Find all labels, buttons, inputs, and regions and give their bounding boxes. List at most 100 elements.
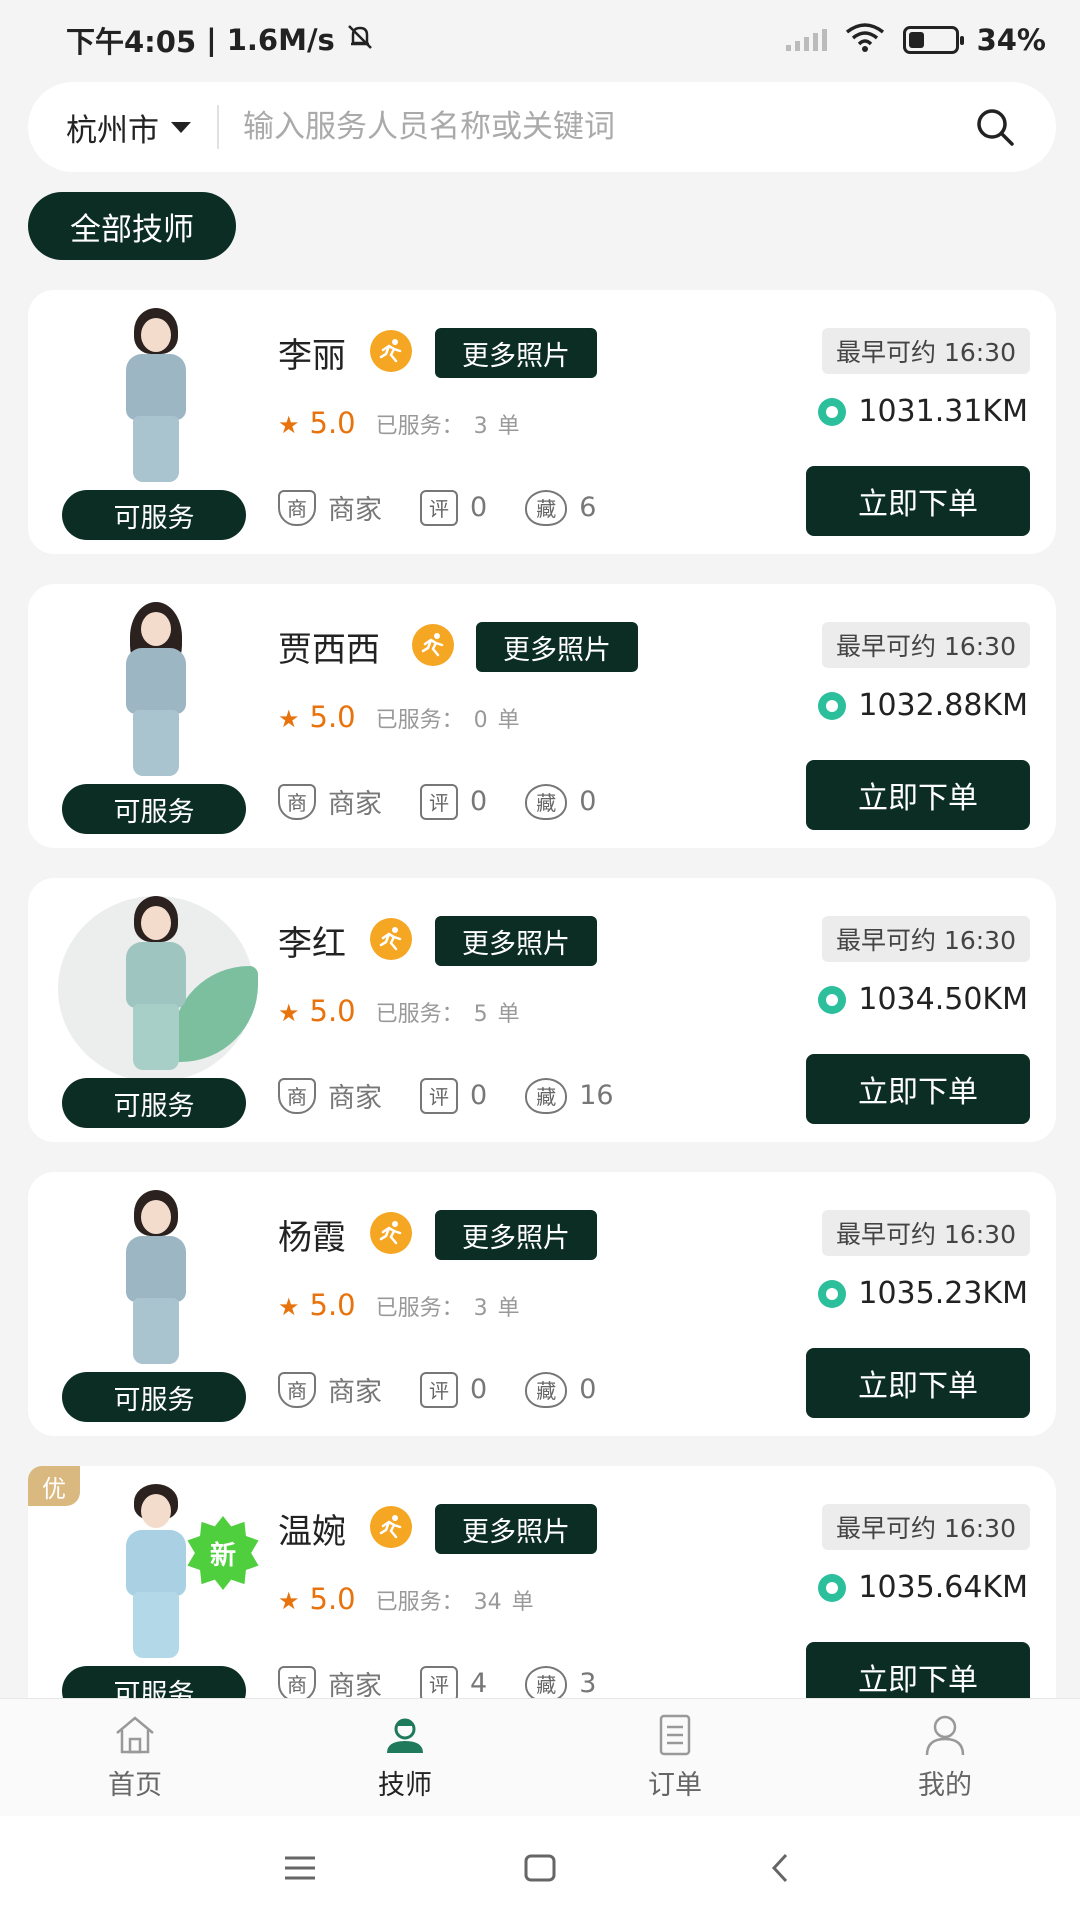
star-icon: ★ <box>278 1587 300 1615</box>
rating-row: ★ 5.0 已服务： 34 单 <box>278 1582 534 1616</box>
tab-technician[interactable]: 技师 <box>270 1699 540 1816</box>
technician-photo[interactable] <box>58 308 254 494</box>
favorite-icon: 藏 <box>525 783 568 820</box>
order-now-button[interactable]: 立即下单 <box>806 760 1030 830</box>
earliest-appointment: 最早可约 16:30 <box>822 916 1030 962</box>
merchant-icon: 商 <box>278 489 316 526</box>
merchant-label: 商家 <box>328 789 382 820</box>
rating-value: 5.0 <box>309 1288 356 1322</box>
served-unit: 单 <box>497 1002 520 1027</box>
technician-card[interactable]: 可服务 杨霞 更多照片 ★ 5.0 已服务： 3 单 商 商家 评 0 藏 0 … <box>28 1172 1056 1436</box>
home-icon <box>111 1713 159 1757</box>
service-status-badge: 可服务 <box>62 784 246 834</box>
technician-card[interactable]: 优 新 可服务 温婉 更多照片 ★ 5.0 已服务： 34 单 商 商家 评 4… <box>28 1466 1056 1698</box>
battery-percent: 34% <box>976 23 1046 57</box>
search-bar: 杭州市 <box>28 82 1056 172</box>
more-photos-button[interactable]: 更多照片 <box>476 622 638 672</box>
comment-icon: 评 <box>420 1665 458 1698</box>
more-photos-button[interactable]: 更多照片 <box>435 1504 597 1554</box>
merchant-icon: 商 <box>278 783 316 820</box>
more-photos-button[interactable]: 更多照片 <box>435 1210 597 1260</box>
technician-card[interactable]: 可服务 李红 更多照片 ★ 5.0 已服务： 5 单 商 商家 评 0 藏 16… <box>28 878 1056 1142</box>
comment-icon: 评 <box>420 1371 458 1408</box>
signal-icon <box>785 29 827 51</box>
menu-icon[interactable] <box>280 1848 320 1888</box>
technician-card[interactable]: 可服务 贾西西 更多照片 ★ 5.0 已服务： 0 单 商 商家 评 0 藏 0… <box>28 584 1056 848</box>
profile-icon <box>921 1713 969 1757</box>
favorite-count: 0 <box>579 1374 597 1405</box>
city-selector[interactable]: 杭州市 <box>66 105 217 150</box>
distance: 1035.64KM <box>818 1570 1028 1605</box>
technician-name: 李丽 <box>278 336 346 376</box>
served-count: 3 <box>473 1296 488 1321</box>
status-time: 下午4:05 <box>66 25 197 59</box>
rating-value: 5.0 <box>309 1582 356 1616</box>
technician-figure <box>101 602 211 778</box>
merchant-icon: 商 <box>278 1665 316 1698</box>
comment-icon: 评 <box>420 1077 458 1114</box>
served-count: 34 <box>473 1590 502 1615</box>
tab-label: 首页 <box>108 1770 162 1801</box>
bottom-tab-bar: 首页 技师 订单 我的 <box>0 1698 1080 1816</box>
star-icon: ★ <box>278 999 300 1027</box>
favorite-icon: 藏 <box>525 1665 568 1698</box>
merchant-icon: 商 <box>278 1371 316 1408</box>
running-icon <box>370 1506 412 1548</box>
tab-home[interactable]: 首页 <box>0 1699 270 1816</box>
distance: 1031.31KM <box>818 394 1028 429</box>
technician-figure <box>101 1484 211 1660</box>
search-icon[interactable] <box>972 104 1018 150</box>
distance-value: 1034.50KM <box>858 982 1028 1017</box>
filter-all-technicians[interactable]: 全部技师 <box>28 192 236 260</box>
more-photos-button[interactable]: 更多照片 <box>435 916 597 966</box>
earliest-appointment: 最早可约 16:30 <box>822 1504 1030 1550</box>
search-input[interactable] <box>243 109 972 145</box>
service-status-badge: 可服务 <box>62 1078 246 1128</box>
tab-orders[interactable]: 订单 <box>540 1699 810 1816</box>
technician-photo[interactable] <box>58 896 258 1082</box>
running-icon <box>370 918 412 960</box>
star-icon: ★ <box>278 705 300 733</box>
stats-row: 商 商家 评 0 藏 16 <box>278 1076 614 1115</box>
technician-card[interactable]: 可服务 李丽 更多照片 ★ 5.0 已服务： 3 单 商 商家 评 0 藏 6 … <box>28 290 1056 554</box>
served-count: 5 <box>473 1002 488 1027</box>
comment-count: 0 <box>470 492 488 523</box>
served-unit: 单 <box>497 708 520 733</box>
city-label: 杭州市 <box>66 112 159 149</box>
status-separator: | <box>206 23 217 57</box>
more-photos-button[interactable]: 更多照片 <box>435 328 597 378</box>
battery-icon <box>902 26 964 54</box>
stats-row: 商 商家 评 4 藏 3 <box>278 1664 596 1698</box>
tab-profile[interactable]: 我的 <box>810 1699 1080 1816</box>
served-label: 已服务： <box>375 1590 464 1615</box>
comment-count: 0 <box>470 1374 488 1405</box>
comment-icon: 评 <box>420 783 458 820</box>
distance-value: 1031.31KM <box>858 394 1028 429</box>
served-label: 已服务： <box>375 414 464 439</box>
tab-label: 我的 <box>918 1770 972 1801</box>
technician-name: 贾西西 <box>278 630 380 670</box>
service-status-badge: 可服务 <box>62 1372 246 1422</box>
technician-photo[interactable] <box>58 1190 254 1376</box>
technician-figure <box>101 1190 211 1366</box>
tab-label: 技师 <box>378 1770 432 1801</box>
service-status-badge: 可服务 <box>62 1666 246 1698</box>
order-now-button[interactable]: 立即下单 <box>806 1642 1030 1698</box>
back-icon[interactable] <box>760 1848 800 1888</box>
order-now-button[interactable]: 立即下单 <box>806 466 1030 536</box>
technician-photo[interactable] <box>58 602 254 788</box>
technician-icon <box>381 1713 429 1757</box>
order-now-button[interactable]: 立即下单 <box>806 1348 1030 1418</box>
technician-figure <box>101 308 211 484</box>
home-square-icon[interactable] <box>520 1848 560 1888</box>
merchant-label: 商家 <box>328 1083 382 1114</box>
merchant-label: 商家 <box>328 495 382 526</box>
caret-down-icon <box>171 121 191 133</box>
comment-count: 4 <box>470 1668 488 1698</box>
location-pin-icon <box>818 985 847 1014</box>
order-now-button[interactable]: 立即下单 <box>806 1054 1030 1124</box>
location-pin-icon <box>818 1279 847 1308</box>
technician-name: 李红 <box>278 924 346 964</box>
rating-value: 5.0 <box>309 700 356 734</box>
location-pin-icon <box>818 397 847 426</box>
